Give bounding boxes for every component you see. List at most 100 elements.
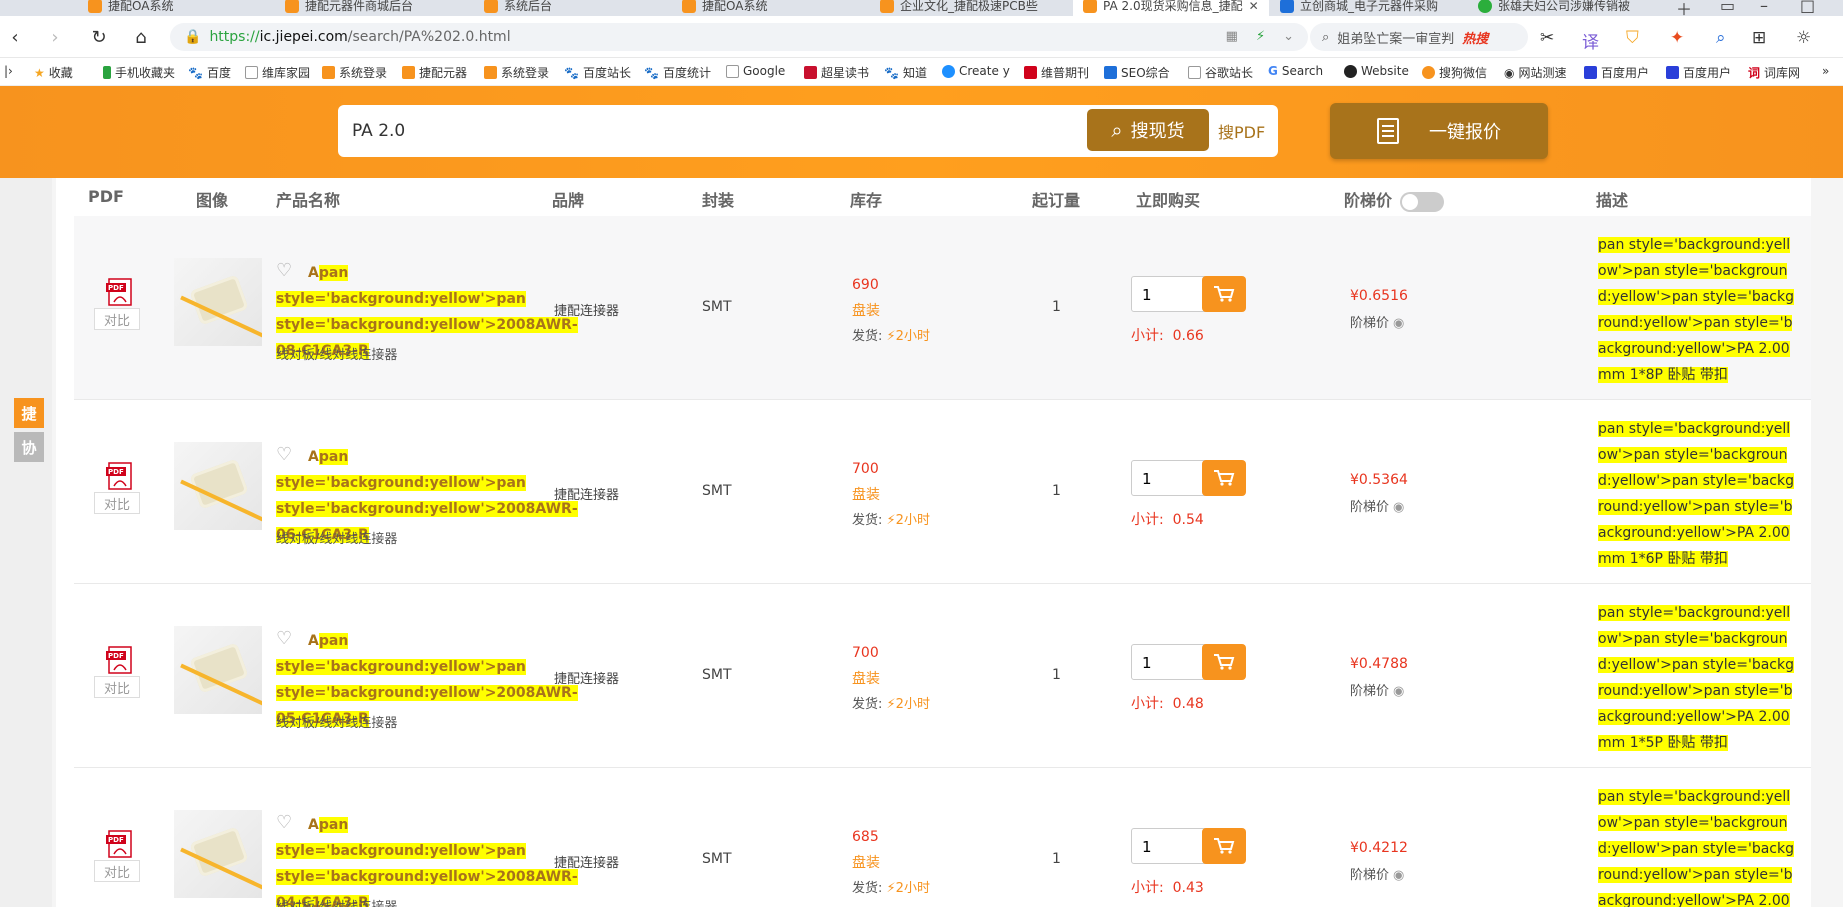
product-name-link[interactable]: Apan style='background:yellow'>pan style…: [276, 812, 578, 907]
pdf-icon[interactable]: PDF: [106, 830, 136, 858]
bookmark-3[interactable]: 维库家园: [245, 64, 310, 81]
maximize-icon[interactable]: □: [1800, 0, 1815, 15]
home-icon[interactable]: ⌂: [128, 25, 154, 49]
compare-button[interactable]: 对比: [94, 676, 140, 698]
compare-button[interactable]: 对比: [94, 492, 140, 514]
pdf-icon[interactable]: PDF: [106, 278, 136, 306]
search-stock-button[interactable]: ⌕ 搜现货: [1087, 109, 1209, 151]
quick-quote-button[interactable]: 一键报价: [1330, 103, 1548, 159]
quantity-input[interactable]: [1142, 652, 1192, 674]
browser-search-field[interactable]: ⌕ 姐弟坠亡案一审宣判 热搜: [1310, 23, 1528, 51]
apps-grid-icon[interactable]: ⊞: [1752, 28, 1766, 48]
bookmark-22[interactable]: 词词库网: [1748, 64, 1800, 81]
add-to-cart-button[interactable]: [1202, 276, 1246, 312]
tab-2[interactable]: 系统后台: [484, 0, 552, 16]
bookmark-16[interactable]: G Search: [1268, 64, 1323, 78]
compare-button[interactable]: 对比: [94, 308, 140, 330]
scissors-icon[interactable]: ✂: [1540, 28, 1554, 48]
subtotal: 小计: 0.48: [1131, 693, 1204, 713]
add-to-cart-button[interactable]: [1202, 644, 1246, 680]
translate-icon[interactable]: 译: [1582, 28, 1599, 53]
add-to-cart-button[interactable]: [1202, 460, 1246, 496]
eye-icon[interactable]: ◉: [1393, 316, 1404, 331]
eye-icon[interactable]: ◉: [1393, 684, 1404, 699]
new-tab-icon[interactable]: ＋: [1676, 0, 1692, 16]
bookmark-0[interactable]: ★ 收藏: [34, 64, 73, 81]
lightning-icon[interactable]: ⚡: [1256, 29, 1265, 44]
book-icon: [804, 66, 817, 79]
bookmark-14[interactable]: SEO综合: [1104, 64, 1170, 81]
bookmark-15[interactable]: 谷歌站长: [1188, 64, 1253, 81]
product-image[interactable]: [174, 626, 262, 714]
product-image[interactable]: [174, 442, 262, 530]
tab-4[interactable]: 企业文化_捷配极速PCB些: [880, 0, 1038, 16]
bookmark-1[interactable]: 手机收藏夹: [103, 64, 175, 81]
stock-count: 700: [852, 461, 879, 477]
description-text: pan style='background:yellow'>pan style=…: [1598, 237, 1794, 383]
search-pdf-link[interactable]: 搜PDF: [1218, 119, 1265, 143]
quantity-input[interactable]: [1142, 284, 1192, 306]
quantity-input[interactable]: [1142, 468, 1192, 490]
tab-menu-icon[interactable]: ▭: [1720, 0, 1735, 15]
bookmark-2[interactable]: 🐾 百度: [188, 64, 231, 81]
bookmark-17[interactable]: Website: [1344, 64, 1409, 78]
bookmark-12[interactable]: Create y: [942, 64, 1010, 78]
bookmark-20[interactable]: 百度用户: [1584, 64, 1649, 81]
vip-icon: [1024, 66, 1037, 79]
tab-7[interactable]: 张雄夫妇公司涉嫌传销被: [1478, 0, 1630, 16]
bookmark-7[interactable]: 🐾 百度站长: [564, 64, 631, 81]
settings-icon[interactable]: ☼: [1796, 28, 1811, 48]
pdf-icon[interactable]: PDF: [106, 462, 136, 490]
add-to-cart-button[interactable]: [1202, 828, 1246, 864]
bookmark-8[interactable]: 🐾 百度统计: [644, 64, 711, 81]
tier-price-toggle[interactable]: [1400, 191, 1445, 212]
tier-price-link[interactable]: 阶梯价 ◉: [1350, 864, 1404, 883]
more-bookmarks-icon[interactable]: »: [1822, 64, 1829, 78]
eye-icon[interactable]: ◉: [1393, 500, 1404, 515]
bookmark-4[interactable]: 系统登录: [322, 64, 387, 81]
bookmark-10[interactable]: 超星读书: [804, 64, 869, 81]
pdf-icon[interactable]: PDF: [106, 646, 136, 674]
product-image[interactable]: [174, 810, 262, 898]
minimize-icon[interactable]: –: [1760, 0, 1768, 15]
forward-icon[interactable]: ›: [42, 25, 68, 49]
tab-3[interactable]: 捷配OA系统: [682, 0, 767, 16]
tier-price-link[interactable]: 阶梯价 ◉: [1350, 680, 1404, 699]
qr-icon[interactable]: ▦: [1226, 29, 1238, 44]
url-field[interactable]: 🔒 https:// ic.jiepei.com /search/PA%202.…: [170, 23, 1308, 51]
eye-icon[interactable]: ◉: [1393, 868, 1404, 883]
tab-6[interactable]: 立创商城_电子元器件采购: [1280, 0, 1438, 16]
search-icon: ⌕: [1111, 118, 1123, 142]
bookmarks-toggle-icon[interactable]: |›: [4, 64, 13, 78]
svg-text:PDF: PDF: [108, 836, 124, 844]
product-category: 线对板/线对线连接器: [276, 348, 398, 363]
gamepad-icon[interactable]: ✦: [1670, 28, 1684, 48]
shield-icon[interactable]: ⛉: [1626, 28, 1639, 48]
bookmark-18[interactable]: 搜狗微信: [1422, 64, 1487, 81]
bookmark-6[interactable]: 系统登录: [484, 64, 549, 81]
float-jie-button[interactable]: 捷: [14, 398, 44, 428]
chevron-down-icon[interactable]: ⌄: [1283, 29, 1294, 44]
bookmark-19[interactable]: ◉ 网站测速: [1504, 64, 1567, 81]
float-xie-button[interactable]: 协: [14, 432, 44, 462]
bookmark-label: Create y: [959, 64, 1010, 78]
search-input[interactable]: [352, 117, 1052, 145]
tier-price-link[interactable]: 阶梯价 ◉: [1350, 496, 1404, 515]
tier-price-link[interactable]: 阶梯价 ◉: [1350, 312, 1404, 331]
bookmark-5[interactable]: 捷配元器: [402, 64, 467, 81]
bookmark-9[interactable]: Google: [726, 64, 785, 78]
bookmark-13[interactable]: 维普期刊: [1024, 64, 1089, 81]
bookmark-11[interactable]: 🐾 知道: [884, 64, 927, 81]
compare-button[interactable]: 对比: [94, 860, 140, 882]
reload-icon[interactable]: ↻: [86, 25, 112, 49]
tab-1[interactable]: 捷配元器件商城后台: [285, 0, 413, 16]
tab-5-active[interactable]: PA 2.0现货采购信息_捷配 ✕: [1073, 0, 1269, 16]
col-buy: 立即购买: [1136, 191, 1201, 210]
back-icon[interactable]: ‹: [2, 25, 28, 49]
bookmark-21[interactable]: 百度用户: [1666, 64, 1731, 81]
quantity-input[interactable]: [1142, 836, 1192, 858]
tab-0[interactable]: 捷配OA系统: [88, 0, 173, 16]
magnifier-icon[interactable]: ⌕: [1716, 28, 1726, 48]
close-tab-icon[interactable]: ✕: [1249, 0, 1259, 13]
product-image[interactable]: [174, 258, 262, 346]
